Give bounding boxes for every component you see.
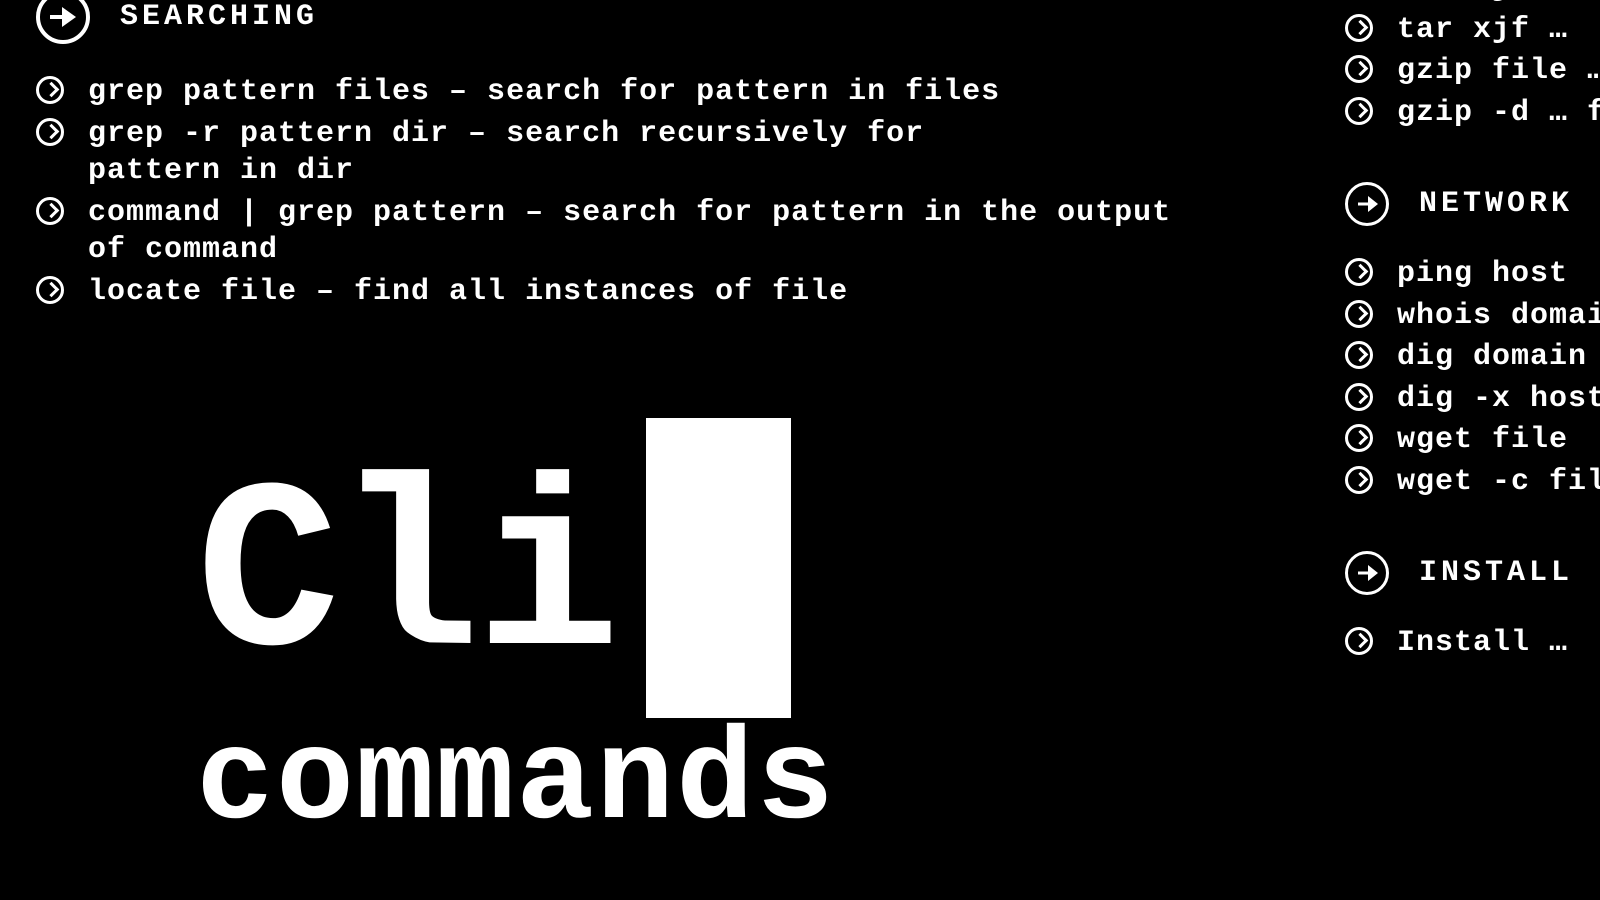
command-item: tar cjf … compress… — [1345, 0, 1600, 8]
chevron-right-icon — [1345, 424, 1373, 452]
command-item: wget file — [1345, 422, 1600, 460]
command-item: command | grep pattern – search for patt… — [36, 195, 1226, 270]
command-item: gzip -d … file — [1345, 95, 1600, 133]
command-text: command | grep pattern – search for patt… — [88, 195, 1188, 270]
command-text: tar xjf … — [1397, 12, 1568, 50]
arrow-right-icon — [1345, 182, 1389, 226]
chevron-right-icon — [1345, 97, 1373, 125]
command-item: grep pattern files – search for pattern … — [36, 74, 1226, 112]
command-list-searching: grep pattern files – search for pattern … — [36, 74, 1226, 311]
arrow-right-icon — [1345, 551, 1389, 595]
command-text: dig domain — [1397, 339, 1587, 377]
arrow-right-icon — [36, 0, 90, 44]
command-text: gzip -d … file — [1397, 95, 1600, 133]
command-text: ping host — [1397, 256, 1568, 294]
command-text: tar cjf … compress… — [1397, 0, 1600, 8]
command-list-install: Install … — [1345, 625, 1600, 663]
command-text: dig -x host — [1397, 381, 1600, 419]
chevron-right-icon — [36, 76, 64, 104]
command-text: Install … — [1397, 625, 1568, 663]
section-title: NETWORK — [1419, 187, 1573, 221]
command-text: grep pattern files – search for pattern … — [88, 74, 1000, 112]
logo-text-cli: Cli — [196, 460, 616, 700]
chevron-right-icon — [1345, 627, 1373, 655]
section-title: INSTALL — [1419, 556, 1573, 590]
command-item: dig -x host — [1345, 381, 1600, 419]
command-item: dig domain — [1345, 339, 1600, 377]
command-item: ping host — [1345, 256, 1600, 294]
chevron-right-icon — [36, 118, 64, 146]
command-text: grep -r pattern dir – search recursively… — [88, 116, 1058, 191]
section-title: SEARCHING — [120, 0, 318, 34]
chevron-right-icon — [36, 276, 64, 304]
command-item: Install … — [1345, 625, 1600, 663]
chevron-right-icon — [1345, 300, 1373, 328]
chevron-right-icon — [1345, 466, 1373, 494]
chevron-right-icon — [1345, 14, 1373, 42]
logo-line1: Cli — [196, 400, 836, 700]
chevron-right-icon — [36, 197, 64, 225]
cursor-block-icon — [646, 418, 791, 718]
command-item: wget -c file — [1345, 464, 1600, 502]
command-list-network: ping host whois domain dig domain dig -x… — [1345, 256, 1600, 501]
chevron-right-icon — [1345, 55, 1373, 83]
command-text: wget -c file — [1397, 464, 1600, 502]
command-item: grep -r pattern dir – search recursively… — [36, 116, 1226, 191]
logo-text-commands: commands — [196, 710, 836, 857]
command-text: gzip file … file.gz — [1397, 53, 1600, 91]
logo: Cli commands — [196, 400, 836, 857]
command-text: wget file — [1397, 422, 1568, 460]
command-text: whois domain — [1397, 298, 1600, 336]
chevron-right-icon — [1345, 258, 1373, 286]
section-header-network: NETWORK — [1345, 182, 1600, 226]
command-text: locate file – find all instances of file — [88, 274, 848, 312]
command-item: locate file – find all instances of file — [36, 274, 1226, 312]
command-item: whois domain — [1345, 298, 1600, 336]
command-item: gzip file … file.gz — [1345, 53, 1600, 91]
section-compress-partial: tar cjf … compress… tar xjf … gzip file … — [1345, 0, 1600, 132]
command-item: tar xjf … — [1345, 12, 1600, 50]
section-header-install: INSTALL — [1345, 551, 1600, 595]
chevron-right-icon — [1345, 383, 1373, 411]
section-header-searching: SEARCHING — [36, 0, 1266, 44]
chevron-right-icon — [1345, 341, 1373, 369]
